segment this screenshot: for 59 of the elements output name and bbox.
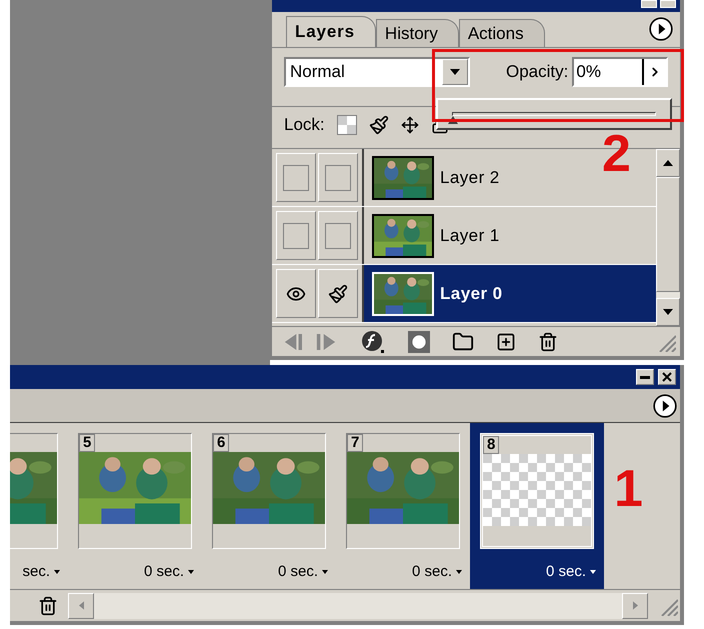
trash-icon[interactable]: [538, 332, 558, 352]
layer-style-icon[interactable]: [360, 330, 386, 354]
lock-move-icon[interactable]: [400, 116, 419, 134]
blend-mode-dropdown[interactable]: Normal: [284, 57, 470, 87]
opacity-field[interactable]: 0%: [572, 57, 668, 87]
scrollbar[interactable]: [656, 149, 680, 326]
palette-tab[interactable]: History: [376, 19, 459, 47]
scroll-right-icon[interactable]: [622, 592, 648, 618]
layer-row[interactable]: Layer 0: [364, 265, 656, 322]
caret-icon: [456, 570, 462, 574]
visibility-toggle[interactable]: [276, 211, 316, 260]
frame-delay-dropdown[interactable]: 0 sec.: [144, 561, 194, 584]
frame-number: 5: [79, 434, 96, 452]
visibility-toggle[interactable]: [276, 153, 316, 202]
annotation-number: 1: [614, 463, 643, 520]
animation-frame[interactable]: 8 0 sec.: [470, 423, 604, 589]
scroll-left-icon[interactable]: [68, 592, 94, 618]
annotation-number: 2: [602, 128, 631, 180]
frame-number: 8: [483, 436, 500, 454]
trash-icon[interactable]: [38, 596, 58, 616]
frame-delay-dropdown[interactable]: 0 sec.: [546, 561, 596, 584]
link-toggle[interactable]: [318, 153, 358, 202]
layer-name: Layer 1: [440, 224, 500, 247]
brush-icon[interactable]: [318, 269, 358, 318]
frame-delay-dropdown[interactable]: sec.: [22, 561, 60, 584]
frame-delay-dropdown[interactable]: 0 sec.: [278, 561, 328, 584]
link-toggle[interactable]: [318, 211, 358, 260]
opacity-label: Opacity:: [506, 61, 568, 84]
frame-number: 7: [347, 434, 364, 452]
opacity-slider-popup[interactable]: [436, 98, 672, 130]
close-button[interactable]: [658, 369, 676, 385]
minimize-button[interactable]: [636, 369, 654, 385]
scroll-up-icon[interactable]: [656, 149, 680, 177]
frame-number: 6: [213, 434, 230, 452]
folder-icon[interactable]: [452, 330, 474, 352]
palette-tab[interactable]: Layers: [286, 16, 376, 47]
dropdown-caret-icon[interactable]: [442, 59, 468, 85]
slider-toggle-icon[interactable]: [642, 59, 666, 85]
scroll-thumb[interactable]: [656, 177, 680, 292]
slider-thumb[interactable]: [448, 116, 458, 124]
layer-row[interactable]: Layer 1: [364, 207, 656, 264]
palette-menu-icon[interactable]: [648, 16, 674, 42]
caret-icon: [590, 570, 596, 574]
mask-icon[interactable]: [408, 330, 430, 352]
eye-icon[interactable]: [276, 269, 316, 318]
caret-icon: [322, 570, 328, 574]
palette-menu-icon[interactable]: [652, 392, 678, 418]
lock-paint-icon[interactable]: [368, 114, 389, 134]
scroll-down-icon[interactable]: [656, 298, 680, 326]
caret-icon: [188, 570, 194, 574]
horizontal-scrollbar[interactable]: [68, 592, 648, 618]
lock-label: Lock:: [284, 114, 325, 136]
lock-transparency-icon[interactable]: [336, 114, 357, 134]
frame-delay-dropdown[interactable]: 0 sec.: [412, 561, 462, 584]
palette-tab[interactable]: Actions: [458, 19, 545, 47]
layer-name: Layer 0: [440, 282, 503, 305]
layer-name: Layer 2: [440, 166, 500, 189]
new-layer-icon[interactable]: [496, 332, 516, 352]
caret-icon: [54, 570, 60, 574]
